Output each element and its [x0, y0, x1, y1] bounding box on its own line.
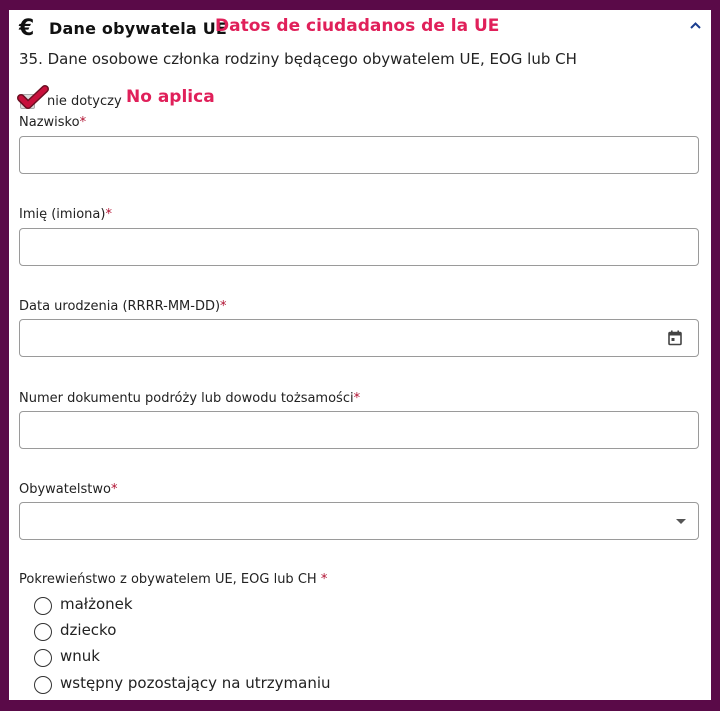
- section-header[interactable]: € Dane obywatela UE Datos de ciudadanos …: [9, 10, 711, 46]
- given-names-input[interactable]: [19, 228, 699, 266]
- birth-date-label: Data urodzenia (RRRR-MM-DD)*: [19, 299, 227, 314]
- chevron-up-icon[interactable]: [685, 18, 705, 38]
- relationship-label: Pokrewieństwo z obywatelem UE, EOG lub C…: [19, 572, 328, 587]
- radio-button[interactable]: [34, 623, 52, 641]
- not-applicable-annotation: No aplica: [126, 87, 215, 107]
- question-text: 35. Dane osobowe członka rodziny będąceg…: [19, 50, 577, 68]
- section-title: Dane obywatela UE: [49, 19, 228, 38]
- birth-date-input[interactable]: [19, 319, 699, 357]
- radio-button[interactable]: [34, 597, 52, 615]
- eu-citizen-section: € Dane obywatela UE Datos de ciudadanos …: [9, 10, 711, 700]
- given-names-label: Imię (imiona)*: [19, 207, 112, 222]
- calendar-icon[interactable]: [668, 330, 682, 346]
- citizenship-select[interactable]: [19, 502, 699, 540]
- radio-button[interactable]: [34, 676, 52, 694]
- not-applicable-label: nie dotyczy: [47, 94, 122, 109]
- checkmark-icon: [17, 85, 49, 109]
- document-number-input[interactable]: [19, 411, 699, 449]
- radio-label: wstępny pozostający na utrzymaniu: [60, 674, 331, 692]
- translation-annotation: Datos de ciudadanos de la UE: [215, 16, 500, 36]
- document-number-label: Numer dokumentu podróży lub dowodu tożsa…: [19, 391, 361, 406]
- radio-button[interactable]: [34, 649, 52, 667]
- citizenship-label: Obywatelstwo*: [19, 482, 118, 497]
- radio-label: małżonek: [60, 595, 133, 613]
- euro-icon: €: [19, 16, 35, 41]
- surname-label: Nazwisko*: [19, 115, 87, 130]
- radio-label: dziecko: [60, 621, 117, 639]
- surname-input[interactable]: [19, 136, 699, 174]
- dropdown-arrow-icon[interactable]: [676, 519, 686, 524]
- radio-label: wnuk: [60, 647, 100, 665]
